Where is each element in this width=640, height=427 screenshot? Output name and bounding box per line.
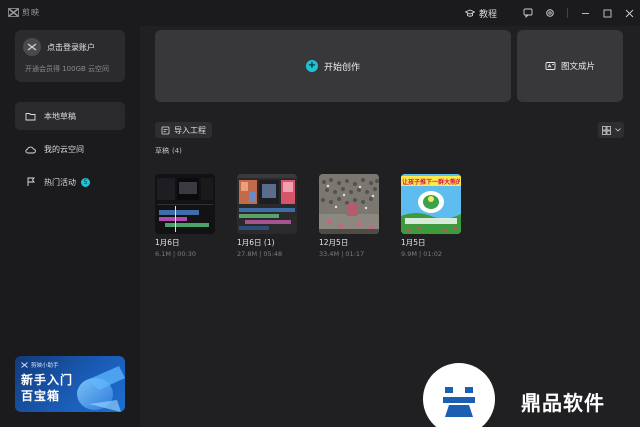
draft-meta: 6.1M | 00:30 (155, 250, 197, 258)
notification-badge: 5 (81, 177, 90, 187)
promo-brand: 剪映小助手 (21, 361, 59, 369)
drafts-section-title: 草稿 (4) (155, 146, 182, 156)
avatar (23, 38, 41, 56)
draft-size: 6.1M (155, 250, 171, 258)
app-name: 剪映 (22, 8, 40, 17)
crowd-photo-thumbnail (319, 174, 379, 234)
promo-title-line1: 新手入门 (21, 373, 74, 387)
draft-item[interactable]: 让孩子推下一群大熊的 1月5日 9.9M | 01:02 (401, 174, 462, 258)
capcut-logo-icon (21, 362, 28, 368)
feedback-button[interactable] (517, 0, 539, 26)
graduation-cap-icon (464, 9, 475, 17)
grid-view-icon (601, 125, 611, 135)
draft-thumbnail[interactable] (237, 174, 297, 234)
sidebar-item-label: 本地草稿 (44, 111, 76, 121)
login-card[interactable]: 点击登录账户 开通会员得 100GB 云空间 (15, 30, 125, 82)
toolbar-divider (567, 8, 568, 18)
sidebar-item-local-drafts[interactable]: 本地草稿 (15, 102, 125, 130)
draft-thumbnail[interactable] (319, 174, 379, 234)
draft-size: 33.4M (319, 250, 340, 258)
draft-meta: 27.8M | 05:48 (237, 250, 283, 258)
text-to-video-label: 图文成片 (560, 62, 595, 72)
draft-meta: 9.9M | 01:02 (401, 250, 443, 258)
draft-size: 27.8M (237, 250, 258, 258)
draft-duration: 00:30 (177, 250, 197, 258)
app-logo: 剪映 (8, 7, 40, 18)
close-icon (625, 9, 633, 17)
close-button[interactable] (618, 0, 640, 26)
draft-name: 1月6日 (1) (237, 238, 275, 247)
sidebar: 点击登录账户 开通会员得 100GB 云空间 本地草稿 我的云空间 热门活动 5 (0, 26, 140, 427)
draft-item[interactable]: 1月6日 (1) 27.8M | 05:48 (237, 174, 298, 258)
promo-brand-label: 剪映小助手 (31, 363, 59, 369)
membership-promo-text: 开通会员得 100GB 云空间 (25, 65, 110, 73)
plus-icon: + (305, 60, 318, 72)
draft-name: 1月6日 (155, 238, 180, 247)
draft-thumbnail[interactable] (155, 174, 215, 234)
folder-icon (25, 111, 36, 122)
draft-meta: 33.4M | 01:17 (319, 250, 365, 258)
flag-icon (25, 177, 36, 188)
draft-thumbnail[interactable]: 让孩子推下一群大熊的 (401, 174, 461, 234)
draft-name: 12月5日 (319, 238, 349, 247)
chevron-down-icon (614, 128, 621, 132)
draft-item[interactable]: 1月6日 6.1M | 00:30 (155, 174, 216, 258)
gear-icon (546, 9, 554, 17)
watermark-text: 鼎品软件 (521, 391, 605, 415)
import-project-button[interactable]: 导入工程 (155, 122, 212, 138)
import-icon (161, 126, 170, 134)
sidebar-item-label: 热门活动 (44, 177, 76, 187)
editor-screenshot-thumbnail (237, 174, 297, 234)
draft-size: 9.9M (401, 250, 417, 258)
import-project-label: 导入工程 (174, 125, 206, 135)
sidebar-item-cloud-space[interactable]: 我的云空间 (15, 135, 125, 163)
tutorial-button[interactable]: 教程 (464, 7, 497, 20)
draft-item[interactable]: 12月5日 33.4M | 01:17 (319, 174, 380, 258)
main-panel: + 开始创作 图文成片 导入工程 草稿 (4) 1月6日 6.1M | 00:3… (140, 26, 640, 427)
minimize-button[interactable] (574, 0, 596, 26)
start-creation-label: 开始创作 (323, 62, 360, 73)
thumbnail-caption: 让孩子推下一群大熊的 (402, 179, 460, 186)
title-bar: 剪映 教程 (0, 0, 640, 26)
maximize-button[interactable] (596, 0, 618, 26)
settings-button[interactable] (539, 0, 561, 26)
drafts-title: 草稿 (155, 147, 169, 155)
promo-logo-art-icon (77, 366, 125, 412)
login-label[interactable]: 点击登录账户 (47, 42, 95, 53)
promo-title-line2: 百宝箱 (21, 389, 61, 403)
draft-duration: 01:02 (423, 250, 443, 258)
drafts-count: (4) (172, 147, 182, 155)
drafts-grid: 1月6日 6.1M | 00:30 1月6日 (1) 27.8M | 05:48… (155, 174, 462, 258)
watermark-badge (423, 363, 495, 427)
draft-duration: 01:17 (345, 250, 365, 258)
image-text-icon (545, 62, 556, 70)
capcut-logo-icon (27, 43, 37, 51)
draft-duration: 05:48 (263, 250, 283, 258)
beginner-guide-banner[interactable]: 剪映小助手 新手入门 百宝箱 (15, 356, 125, 412)
watermark-logo-icon (443, 387, 475, 417)
site-watermark: 鼎品软件 (423, 363, 640, 427)
sidebar-item-hot-events[interactable]: 热门活动 5 (15, 168, 125, 196)
message-icon (523, 8, 533, 18)
maximize-icon (603, 9, 611, 17)
editor-screenshot-thumbnail (155, 174, 215, 234)
draft-name: 1月5日 (401, 238, 426, 247)
text-to-video-button[interactable]: 图文成片 (517, 30, 623, 102)
minimize-icon (581, 12, 589, 14)
tutorial-label: 教程 (478, 9, 497, 20)
capcut-logo-icon (8, 8, 19, 17)
cloud-icon (25, 144, 36, 155)
sidebar-item-label: 我的云空间 (44, 144, 84, 154)
start-creation-button[interactable]: + 开始创作 (155, 30, 511, 102)
view-mode-toggle[interactable] (598, 122, 624, 138)
sidebar-nav: 本地草稿 我的云空间 热门活动 5 (15, 102, 125, 201)
